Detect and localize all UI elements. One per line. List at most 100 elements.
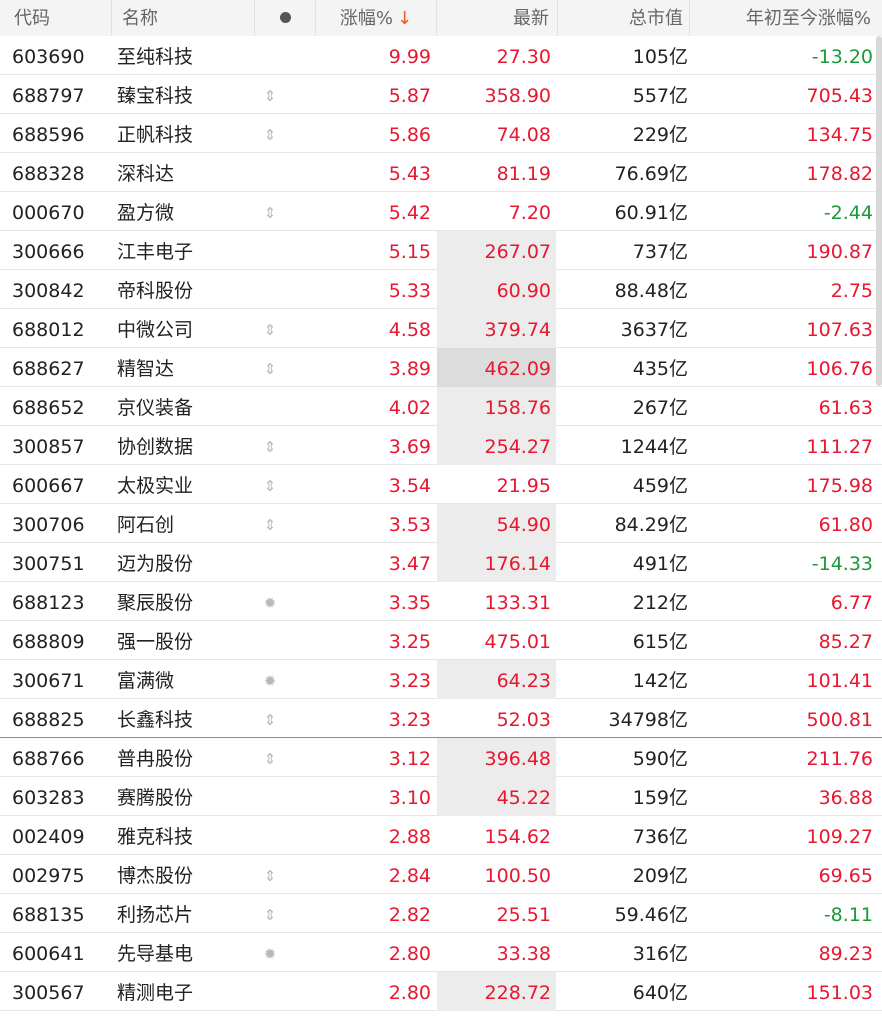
- transfer-icon: ⇕: [263, 126, 277, 144]
- table-row[interactable]: 002409 雅克科技 2.88 154.62 736亿 109.27: [0, 816, 882, 855]
- cell-name: 雅克科技: [117, 826, 194, 848]
- cell-change: 2.80: [388, 943, 431, 965]
- table-row[interactable]: 300751 迈为股份 3.47 176.14 491亿 -14.33: [0, 543, 882, 582]
- cell-name: 精智达: [117, 358, 175, 380]
- cell-name: 江丰电子: [117, 241, 194, 263]
- cell-code: 688809: [12, 631, 85, 653]
- header-ytd[interactable]: 年初至今涨幅%: [690, 0, 882, 36]
- table-row[interactable]: 688809 强一股份 3.25 475.01 615亿 85.27: [0, 621, 882, 660]
- header-mark[interactable]: [255, 0, 316, 36]
- cell-change: 4.58: [388, 319, 431, 341]
- cell-ytd: 134.75: [806, 124, 873, 146]
- transfer-icon: ⇕: [263, 711, 277, 729]
- cell-price: 158.76: [484, 397, 551, 419]
- cell-market-cap: 209亿: [632, 865, 688, 887]
- cell-ytd: 101.41: [806, 670, 873, 692]
- cell-name: 赛腾股份: [117, 787, 194, 809]
- header-price[interactable]: 最新: [437, 0, 558, 36]
- transfer-icon: ⇕: [263, 477, 277, 495]
- cell-change: 5.33: [388, 280, 431, 302]
- cell-ytd: 178.82: [806, 163, 873, 185]
- transfer-icon: ⇕: [263, 438, 277, 456]
- cell-ytd: 109.27: [806, 826, 873, 848]
- header-market-cap[interactable]: 总市值: [558, 0, 690, 36]
- cell-ytd: 85.27: [818, 631, 873, 653]
- cell-name: 长鑫科技: [117, 709, 194, 731]
- header-change[interactable]: 涨幅% ↓: [316, 0, 437, 36]
- table-row[interactable]: 300706 阿石创 ⇕ 3.53 54.90 84.29亿 61.80: [0, 504, 882, 543]
- table-row[interactable]: 688135 利扬芯片 ⇕ 2.82 25.51 59.46亿 -8.11: [0, 894, 882, 933]
- table-row[interactable]: 300842 帝科股份 5.33 60.90 88.48亿 2.75: [0, 270, 882, 309]
- table-row[interactable]: 688328 深科达 5.43 81.19 76.69亿 178.82: [0, 153, 882, 192]
- cell-price: 462.09: [484, 358, 551, 380]
- cell-change: 2.84: [388, 865, 431, 887]
- table-row[interactable]: 300567 精测电子 2.80 228.72 640亿 151.03: [0, 972, 882, 1011]
- cell-code: 603690: [12, 46, 85, 68]
- table-row[interactable]: 600641 先导基电 ✹ 2.80 33.38 316亿 89.23: [0, 933, 882, 972]
- cell-name: 富满微: [117, 670, 175, 692]
- table-row[interactable]: 688012 中微公司 ⇕ 4.58 379.74 3637亿 107.63: [0, 309, 882, 348]
- table-row[interactable]: 002975 博杰股份 ⇕ 2.84 100.50 209亿 69.65: [0, 855, 882, 894]
- transfer-icon: ⇕: [263, 204, 277, 222]
- cell-price: 176.14: [484, 553, 551, 575]
- cell-code: 300842: [12, 280, 85, 302]
- cell-ytd: 175.98: [806, 475, 873, 497]
- transfer-icon: ⇕: [263, 906, 277, 924]
- cell-ytd: -8.11: [823, 904, 873, 926]
- table-row[interactable]: 688652 京仪装备 4.02 158.76 267亿 61.63: [0, 387, 882, 426]
- cell-name: 阿石创: [117, 514, 175, 536]
- cell-change: 2.80: [388, 982, 431, 1004]
- table-row[interactable]: 688825 长鑫科技 ⇕ 3.23 52.03 34798亿 500.81: [0, 699, 882, 738]
- table-row[interactable]: 688766 普冉股份 ⇕ 3.12 396.48 590亿 211.76: [0, 738, 882, 777]
- table-row[interactable]: 600667 太极实业 ⇕ 3.54 21.95 459亿 175.98: [0, 465, 882, 504]
- table-row[interactable]: 688123 聚辰股份 ✹ 3.35 133.31 212亿 6.77: [0, 582, 882, 621]
- cell-market-cap: 615亿: [632, 631, 688, 653]
- cell-ytd: 69.65: [818, 865, 873, 887]
- cell-market-cap: 59.46亿: [614, 904, 688, 926]
- vertical-scrollbar[interactable]: [876, 36, 882, 386]
- cell-ytd: -13.20: [811, 46, 873, 68]
- table-row[interactable]: 688627 精智达 ⇕ 3.89 462.09 435亿 106.76: [0, 348, 882, 387]
- header-change-label: 涨幅%: [339, 8, 393, 29]
- cell-change: 3.89: [388, 358, 431, 380]
- cell-market-cap: 435亿: [632, 358, 688, 380]
- cell-price: 475.01: [484, 631, 551, 653]
- table-row[interactable]: 300857 协创数据 ⇕ 3.69 254.27 1244亿 111.27: [0, 426, 882, 465]
- cell-price: 60.90: [496, 280, 551, 302]
- header-price-label: 最新: [513, 8, 549, 29]
- cell-change: 3.23: [388, 709, 431, 731]
- cell-price: 379.74: [484, 319, 551, 341]
- star-badge-icon: ✹: [263, 945, 277, 963]
- transfer-icon: ⇕: [263, 87, 277, 105]
- table-row[interactable]: 300671 富满微 ✹ 3.23 64.23 142亿 101.41: [0, 660, 882, 699]
- header-name[interactable]: 名称: [112, 0, 255, 36]
- cell-ytd: 106.76: [806, 358, 873, 380]
- table-row[interactable]: 688797 臻宝科技 ⇕ 5.87 358.90 557亿 705.43: [0, 75, 882, 114]
- cell-code: 600641: [12, 943, 85, 965]
- table-row[interactable]: 688596 正帆科技 ⇕ 5.86 74.08 229亿 134.75: [0, 114, 882, 153]
- cell-name: 强一股份: [117, 631, 194, 653]
- cell-code: 688328: [12, 163, 85, 185]
- cell-name: 帝科股份: [117, 280, 194, 302]
- transfer-icon: [255, 543, 285, 582]
- cell-name: 至纯科技: [117, 46, 194, 68]
- cell-code: 300857: [12, 436, 85, 458]
- cell-price: 52.03: [496, 709, 551, 731]
- table-row[interactable]: 000670 盈方微 ⇕ 5.42 7.20 60.91亿 -2.44: [0, 192, 882, 231]
- cell-ytd: 36.88: [818, 787, 873, 809]
- cell-change: 5.87: [388, 85, 431, 107]
- cell-name: 精测电子: [117, 982, 194, 1004]
- cell-ytd: -2.44: [823, 202, 873, 224]
- table-row[interactable]: 603690 至纯科技 9.99 27.30 105亿 -13.20: [0, 36, 882, 75]
- table-row[interactable]: 603283 赛腾股份 3.10 45.22 159亿 36.88: [0, 777, 882, 816]
- cell-ytd: 211.76: [806, 748, 873, 770]
- header-code[interactable]: 代码: [0, 0, 112, 36]
- cell-code: 688797: [12, 85, 85, 107]
- cell-name: 深科达: [117, 163, 175, 185]
- cell-price: 396.48: [484, 748, 551, 770]
- table-row[interactable]: 300666 江丰电子 5.15 267.07 737亿 190.87: [0, 231, 882, 270]
- dot-icon: [279, 11, 291, 23]
- cell-code: 002975: [12, 865, 85, 887]
- transfer-icon: ⇕: [263, 321, 277, 339]
- cell-price: 27.30: [496, 46, 551, 68]
